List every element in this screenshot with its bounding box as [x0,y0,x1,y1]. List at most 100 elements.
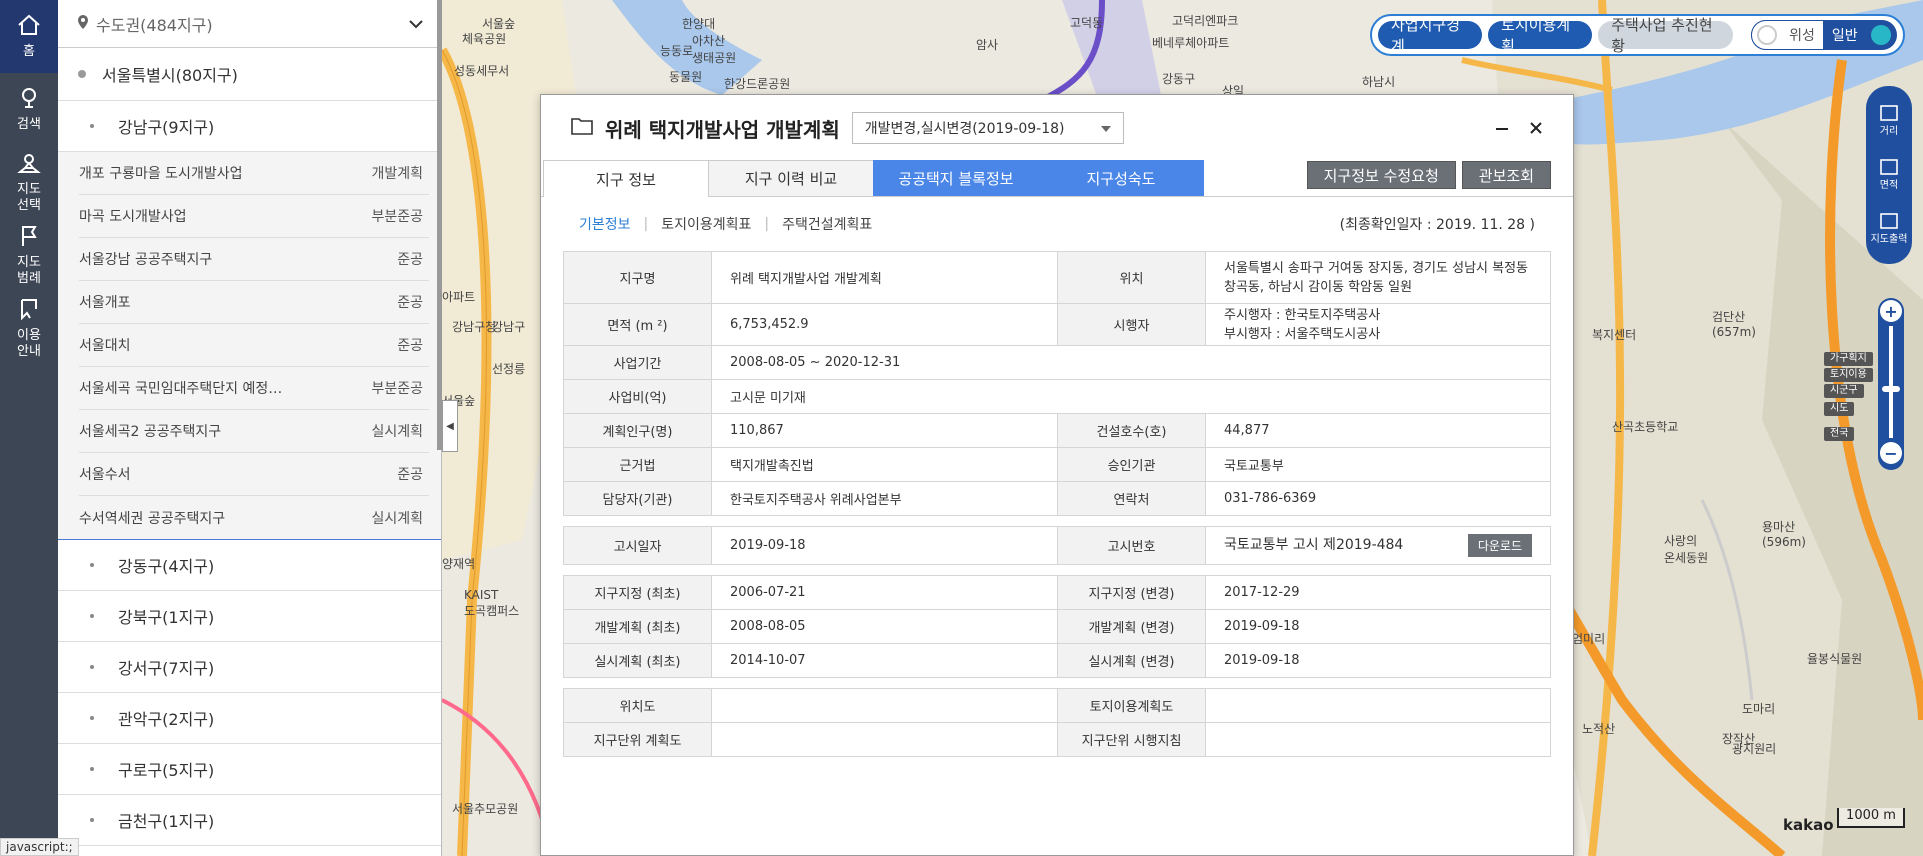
zoom-level-label[interactable]: 가구획지 [1824,352,1873,366]
list-item[interactable]: 서울세곡2 공공주택지구 실시계획 [79,410,429,453]
map-label: 용마산 (596m) [1762,520,1806,549]
tab-actions: 지구정보 수정요청 관보조회 [1306,161,1551,189]
tab-district-info[interactable]: 지구 정보 [543,160,709,197]
zoom-track[interactable] [1889,326,1893,438]
flag-icon [17,225,41,255]
region-select[interactable]: 수도권(484지구) [58,0,441,48]
download-button[interactable]: 다운로드 [1467,534,1532,557]
nav-rail: 홈 검색 지도 선택 지도 범례 이용 안내 [0,0,58,856]
district-boundary-toggle[interactable]: 사업지구경계 [1378,16,1483,55]
dialog-header: 위례 택지개발사업 개발계획 개발변경,실시변경(2019-09-18) [541,95,1573,161]
dates-table: 지구지정 (최초) 2006-07-21 지구지정 (변경) 2017-12-29 개… [563,575,1551,678]
edit-request-button[interactable]: 지구정보 수정요청 [1306,161,1456,189]
district-item[interactable]: 강동구(4지구) [58,540,441,591]
collapse-panel-button[interactable]: ◀ [442,400,458,452]
city-item[interactable]: 서울특별시(80지구) [58,48,441,101]
kakao-logo: kakao [1783,816,1834,834]
notice-table: 고시일자 2019-09-18 고시번호 국토교통부 고시 제2019-484 다운로드 [563,526,1551,565]
project-status: 준공 [397,295,423,311]
rail-item[interactable]: 지도 선택 [0,146,58,219]
map-label: 도마리 [1742,702,1776,716]
list-item[interactable]: 개포 구룡마을 도시개발사업 개발계획 [79,152,429,195]
zoom-level-label[interactable]: 토지이용 [1824,368,1873,382]
chevron-down-icon[interactable] [409,14,423,33]
list-item[interactable]: 서울세곡 국민임대주택단지 예정… 부분준공 [79,367,429,410]
tool-button[interactable]: 면적 [1879,158,1899,192]
satellite-general-switch[interactable]: 위성 일반 [1750,20,1897,50]
district-label: 관악구(2지구) [118,710,215,729]
region-label: 수도권(484지구) [96,15,213,35]
land-use-plan-toggle[interactable]: 토지이용계획 [1488,16,1593,55]
location-pin-icon [78,14,88,33]
table-row: 계획인구(명) 110,867 건설호수(호) 44,877 [563,413,1551,448]
rail-item[interactable]: 검색 [0,73,58,146]
list-item[interactable]: 수서역세권 공공주택지구 실시계획 [79,496,429,539]
rail-item[interactable]: 지도 범례 [0,219,58,292]
map-label: 강남구청 [452,320,497,334]
dialog-controls [1495,116,1543,140]
district-item[interactable]: 강북구(1지구) [58,591,441,642]
zoom-in-button[interactable]: + [1880,300,1902,322]
map-label: 체육공원 [462,32,507,46]
bullet-icon [90,665,94,669]
map-label: 검단산 (657m) [1712,310,1756,339]
cell-label: 개발계획 (최초) [563,609,712,644]
district-label: 강남구(9지구) [118,118,215,137]
map-label: 율봉식물원 [1807,652,1863,666]
bullet-icon [90,818,94,822]
print-icon [1879,212,1899,234]
cost-value: 고시문 미기재 [711,379,1551,414]
panel-scrollbar[interactable] [437,0,442,450]
map-label: 하남시 [1362,75,1396,89]
bullet-icon [78,70,86,78]
map-link-cell[interactable] [1205,722,1551,757]
list-item[interactable]: 서울강남 공공주택지구 준공 [79,238,429,281]
subnav-basic-info[interactable]: 기본정보 [579,214,631,234]
list-item[interactable]: 마곡 도시개발사업 부분준공 [79,195,429,238]
minimize-icon[interactable] [1495,116,1509,140]
tool-button[interactable]: 거리 [1879,104,1899,138]
district-item[interactable]: 관악구(2지구) [58,693,441,744]
map-label: 서울추모공원 [452,802,519,816]
district-item[interactable]: 강서구(7지구) [58,642,441,693]
tab-maturity[interactable]: 지구성숙도 [1038,160,1204,196]
version-select[interactable]: 개발변경,실시변경(2019-09-18) [851,112,1124,144]
map-link-cell[interactable] [711,722,1058,757]
district-item[interactable]: 금천구(1지구) [58,795,441,846]
list-item[interactable]: 서울대치 준공 [79,324,429,367]
notice-number-value: 국토교통부 고시 제2019-484 [1224,537,1404,553]
map-link-cell[interactable] [1205,688,1551,723]
close-icon[interactable] [1529,116,1543,140]
zoom-level-label[interactable]: 시도 [1824,402,1855,416]
tab-history-compare[interactable]: 지구 이력 비교 [708,160,874,196]
district-list-panel: 수도권(484지구) 서울특별시(80지구) 강남구(9지구) 개포 구룡마을 … [58,0,442,856]
housing-status-toggle[interactable]: 주택사업 추진현황 [1598,16,1733,55]
list-item[interactable]: 서울개포 준공 [79,281,429,324]
zoom-level-label[interactable]: 시군구 [1824,384,1864,398]
cell-label: 지구지정 (변경) [1057,575,1206,610]
gazette-button[interactable]: 관보조회 [1461,161,1551,189]
zoom-thumb[interactable] [1882,386,1900,392]
zoom-out-button[interactable]: − [1880,442,1902,464]
district-label: 구로구(5지구) [118,761,215,780]
cell-label: 고시번호 [1057,526,1206,565]
map-link-cell[interactable] [711,688,1058,723]
map-label: 강남구 [492,320,526,334]
rail-item[interactable]: 이용 안내 [0,292,58,365]
rail-item[interactable]: 홈 [0,0,58,73]
bullet-icon [90,614,94,618]
other-district-list: 강동구(4지구) 강북구(1지구) 강서구(7지구) 관악구(2지구) 구로구(5지구)… [58,540,441,846]
project-status: 준공 [397,467,423,483]
period-value: 2008-08-05 ~ 2020-12-31 [711,345,1551,380]
subnav-land-use[interactable]: 토지이용계획표 [661,214,751,234]
list-item[interactable]: 서울수서 준공 [79,453,429,496]
district-item-gangnam[interactable]: 강남구(9지구) [58,101,441,152]
approver-value: 국토교통부 [1205,447,1551,482]
district-item[interactable]: 구로구(5지구) [58,744,441,795]
separator: | [764,216,770,232]
tab-block-info[interactable]: 공공택지 블록정보 [873,160,1039,196]
zoom-level-label[interactable]: 전국 [1824,427,1855,441]
project-name: 서울수서 [79,467,131,483]
subnav-housing[interactable]: 주택건설계획표 [782,214,872,234]
tool-button[interactable]: 지도출력 [1871,212,1907,246]
